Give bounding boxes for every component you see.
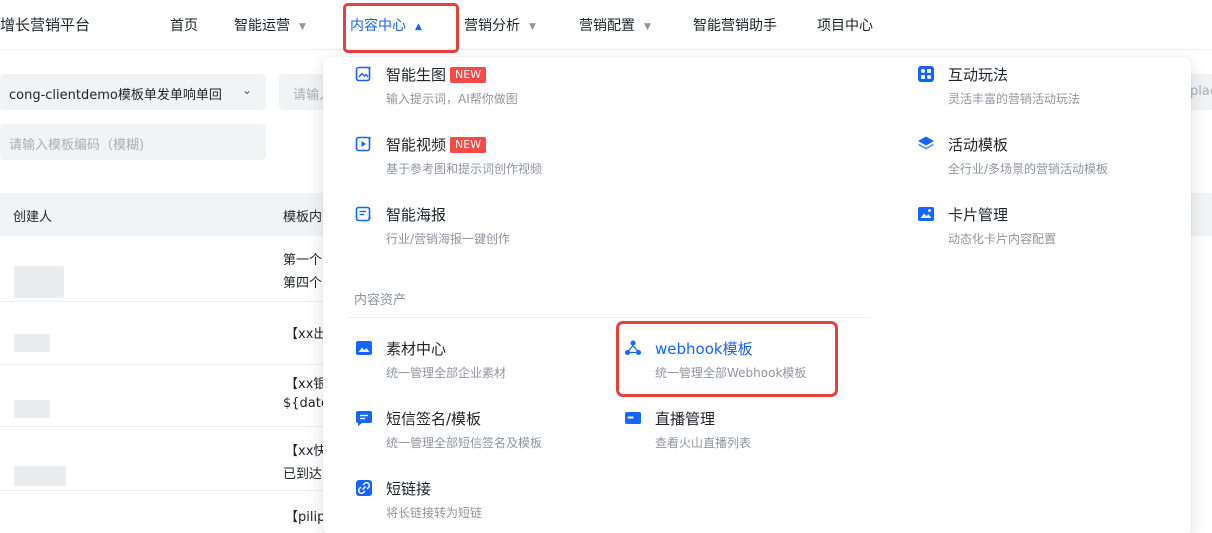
nav-smart-ops[interactable]: 智能运营 ▼: [234, 15, 306, 35]
sms-icon: [356, 411, 372, 426]
menu-item-title: 直播管理: [655, 410, 716, 428]
menu-item-title: 素材中心: [386, 340, 447, 358]
row-divider: [0, 301, 330, 302]
menu-item-title: 智能视频 NEW: [386, 134, 487, 155]
nav-marketing-analysis[interactable]: 营销分析 ▼: [464, 15, 536, 35]
nav-smart-assistant[interactable]: 智能营销助手: [693, 15, 777, 35]
column-header-template: 模板内: [283, 210, 323, 225]
template-code-placeholder: 请输入模板编码（模糊): [9, 138, 145, 153]
interactive-icon: [918, 66, 934, 82]
top-nav-bar: 增长营销平台 首页 智能运营 ▼ 内容中心 ▲ 营销分析 ▼ 营销配置 ▼ 智能营销助手…: [0, 0, 1212, 50]
menu-item-title: 互动玩法: [948, 66, 1009, 84]
ai-video-icon: [355, 136, 372, 152]
menu-item-desc: 查看火山直播列表: [655, 436, 752, 450]
app-select[interactable]: cong-clientdemo模板单发单响单回 ⌄: [0, 74, 266, 110]
link-icon: [356, 480, 372, 496]
table-cell: 【xx快: [285, 444, 325, 459]
highlight-box-nav: [343, 3, 459, 53]
table-cell: 【pilip: [285, 510, 325, 525]
template-code-input[interactable]: 请输入模板编码（模糊): [0, 124, 266, 160]
new-badge: NEW: [450, 137, 487, 153]
row-divider: [0, 426, 330, 427]
table-cell: 第一个: [283, 253, 323, 268]
nav-home-label: 首页: [170, 18, 198, 34]
menu-item-title: 卡片管理: [948, 206, 1009, 224]
menu-item-desc: 动态化卡片内容配置: [948, 232, 1057, 246]
nav-smart-ops-label: 智能运营: [234, 18, 290, 34]
nav-home[interactable]: 首页: [170, 15, 198, 35]
ai-poster-icon: [355, 206, 372, 222]
chevron-down-icon: ▼: [299, 22, 306, 32]
menu-item-title: 活动模板: [948, 136, 1009, 154]
menu-item-desc: 灵活丰富的营销活动玩法: [948, 92, 1081, 106]
image-library-icon: [356, 341, 372, 355]
menu-item-title: 智能生图 NEW: [386, 64, 487, 85]
table-cell: ${date: [283, 396, 323, 411]
table-cell: 【xx出: [285, 327, 325, 342]
menu-item-title-text: 智能生图: [386, 66, 447, 84]
column-header-creator: 创建人: [13, 210, 53, 225]
menu-item-title: 短信签名/模板: [386, 410, 482, 428]
app-select-value: cong-clientdemo模板单发单响单回: [9, 88, 222, 103]
menu-item-title-text: 智能视频: [386, 136, 447, 154]
nav-project-center-label: 项目中心: [817, 18, 873, 34]
chevron-down-icon: ▼: [529, 22, 536, 32]
highlight-box-webhook: [616, 321, 838, 397]
card-icon: [918, 207, 934, 221]
menu-item-desc: 将长链接转为短链: [386, 506, 483, 520]
blurred-avatar: [14, 266, 64, 298]
table-cell: 第四个: [283, 276, 323, 291]
row-divider: [0, 490, 330, 491]
menu-item-desc: 输入提示词，AI帮你做图: [386, 92, 518, 106]
row-divider: [0, 364, 330, 365]
nav-marketing-config-label: 营销配置: [579, 18, 635, 34]
blurred-avatar: [14, 466, 66, 486]
nav-marketing-config[interactable]: 营销配置 ▼: [579, 15, 651, 35]
blurred-avatar: [14, 400, 50, 418]
chevron-down-icon: ⌄: [241, 83, 252, 97]
nav-project-center[interactable]: 项目中心: [817, 15, 873, 35]
chevron-down-icon: ▼: [644, 22, 651, 32]
table-cell: 【xx银: [285, 377, 325, 392]
nav-smart-assistant-label: 智能营销助手: [693, 18, 777, 34]
new-badge: NEW: [450, 67, 487, 83]
menu-item-title: 智能海报: [386, 206, 447, 224]
right-filter-placeholder: plac: [1190, 84, 1212, 99]
menu-item-desc: 基于参考图和提示词创作视频: [386, 162, 543, 176]
menu-item-title: 短链接: [386, 480, 432, 498]
ai-image-icon: [355, 66, 372, 82]
blurred-avatar: [14, 334, 50, 352]
section-title-content-assets: 内容资产: [354, 293, 407, 308]
content-center-dropdown: 智能生图 NEW 输入提示词，AI帮你做图 智能视频 NEW 基于参考图和提示词创作…: [323, 57, 1191, 533]
menu-item-desc: 全行业/多场景的营销活动模板: [948, 162, 1109, 176]
brand-title[interactable]: 增长营销平台: [0, 14, 90, 35]
menu-item-desc: 统一管理全部短信签名及模板: [386, 436, 543, 450]
nav-marketing-analysis-label: 营销分析: [464, 18, 520, 34]
table-cell: 已到达: [283, 467, 323, 482]
layers-icon: [918, 136, 934, 150]
menu-item-desc: 行业/营销海报一键创作: [386, 232, 511, 246]
section-divider: [348, 317, 870, 318]
menu-item-desc: 统一管理全部企业素材: [386, 366, 507, 380]
live-icon: [625, 412, 641, 424]
